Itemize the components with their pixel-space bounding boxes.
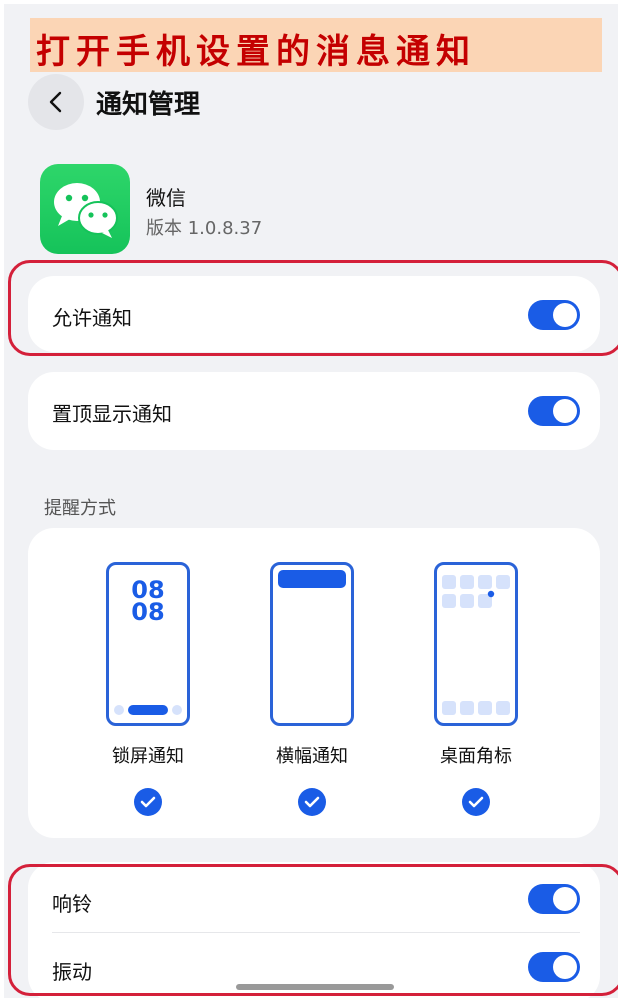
home-indicator[interactable] — [236, 984, 394, 990]
lockscreen-clock-minute: 08 — [131, 598, 165, 626]
lockscreen-phone-icon: 08 08 — [106, 562, 190, 726]
mode-label: 横幅通知 — [276, 746, 348, 767]
check-icon[interactable] — [134, 788, 162, 816]
check-icon[interactable] — [298, 788, 326, 816]
back-button[interactable] — [28, 74, 84, 130]
banner-text: 打开手机设置的消息通知 — [36, 32, 476, 72]
pin-top-card: 置顶显示通知 — [28, 372, 600, 450]
mode-badge[interactable]: 桌面角标 — [434, 562, 518, 816]
page-title: 通知管理 — [96, 90, 201, 120]
annotation-banner: 打开手机设置的消息通知 — [30, 18, 602, 72]
mode-label: 桌面角标 — [440, 746, 512, 767]
mode-banner[interactable]: 横幅通知 — [270, 562, 354, 816]
highlight-box-allow — [8, 260, 618, 356]
mode-label: 锁屏通知 — [112, 746, 184, 767]
app-version: 版本 1.0.8.37 — [146, 218, 263, 239]
chevron-left-icon — [49, 91, 62, 113]
pin-top-label: 置顶显示通知 — [52, 402, 172, 426]
highlight-box-sound — [8, 864, 618, 996]
pin-top-toggle[interactable] — [528, 396, 580, 426]
badge-phone-icon — [434, 562, 518, 726]
banner-phone-icon — [270, 562, 354, 726]
reminder-section-label: 提醒方式 — [44, 498, 116, 519]
wechat-icon — [40, 164, 130, 254]
check-icon[interactable] — [462, 788, 490, 816]
mode-lockscreen[interactable]: 08 08 锁屏通知 — [106, 562, 190, 816]
app-name: 微信 — [146, 186, 186, 210]
screen: 打开手机设置的消息通知 通知管理 微信 版本 1.0.8.37 允许通知 置顶显… — [4, 4, 618, 998]
